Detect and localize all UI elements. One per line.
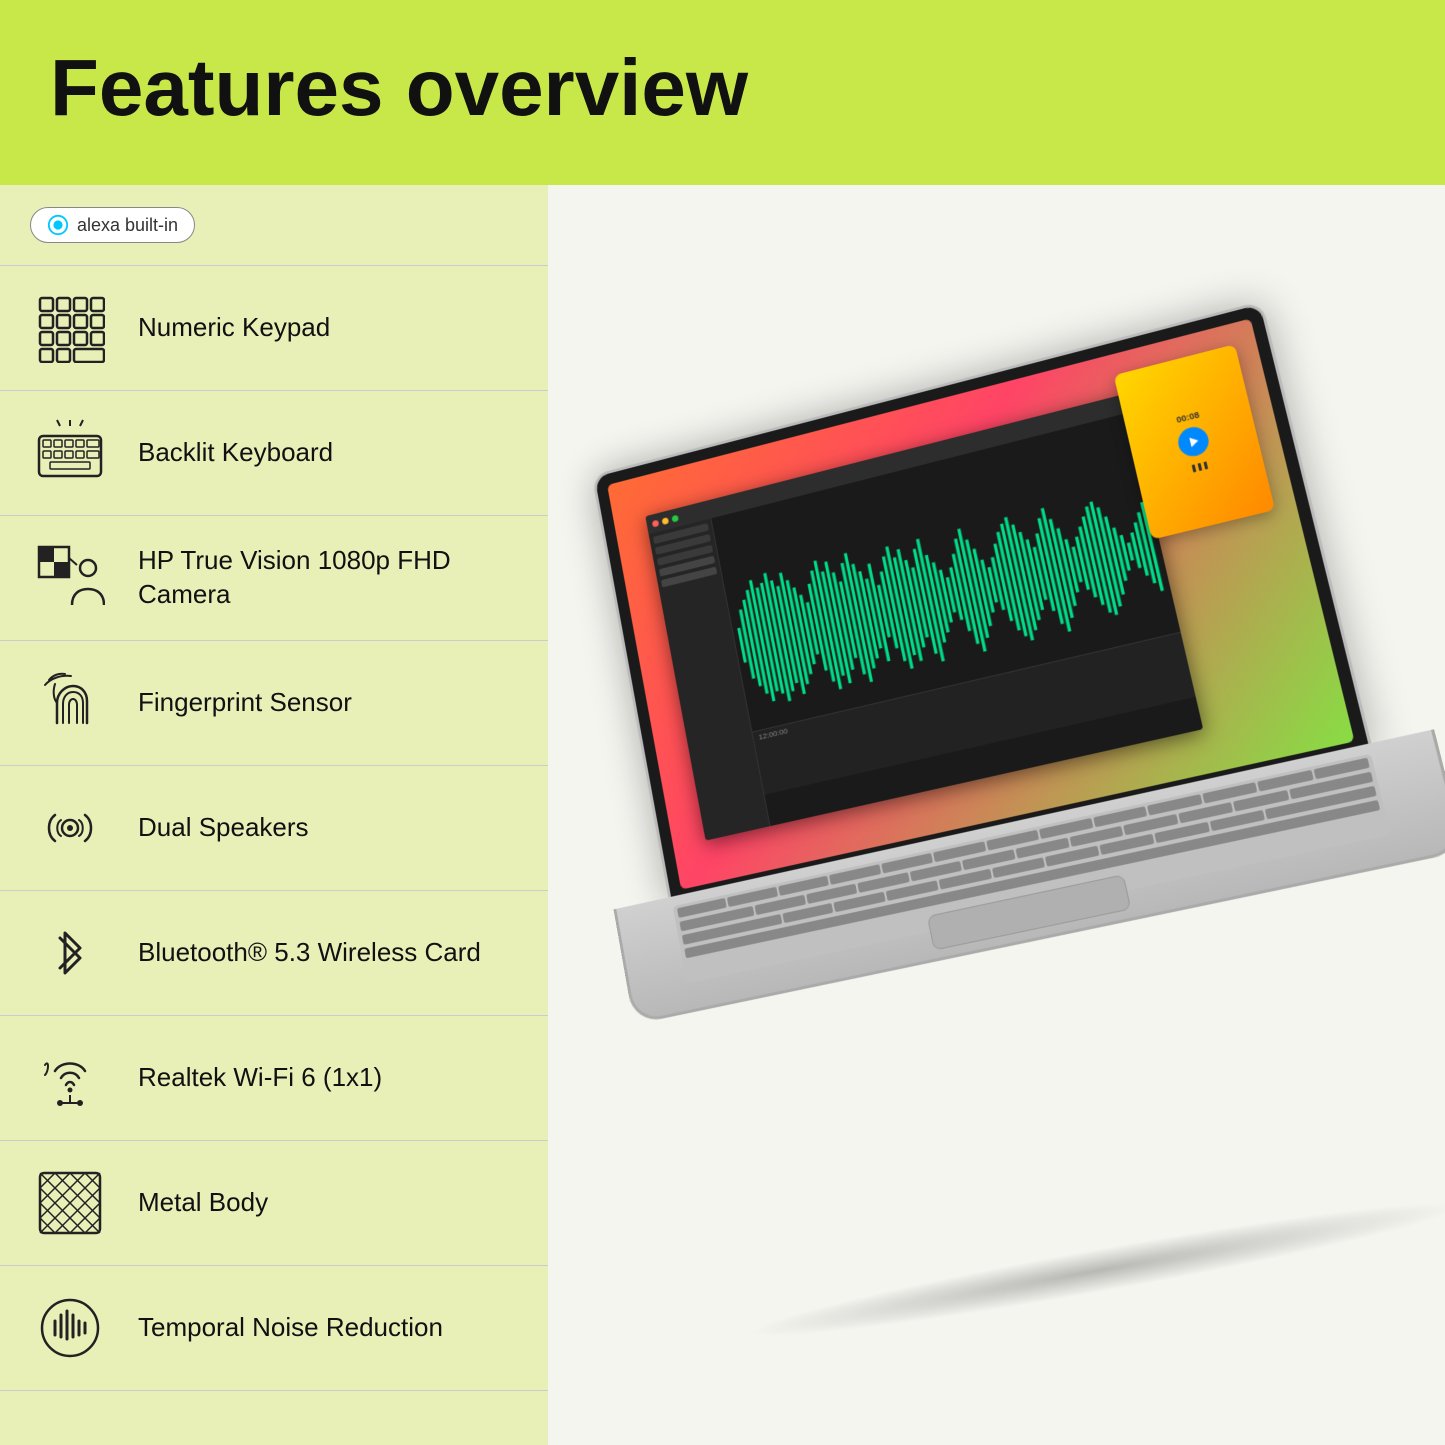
backlit-keyboard-icon — [30, 413, 110, 493]
alexa-icon — [47, 214, 69, 236]
numeric-keypad-icon — [30, 288, 110, 368]
page-header: Features overview — [0, 0, 1445, 185]
feature-row-camera: HP True Vision 1080p FHD Camera — [0, 516, 548, 641]
wifi-icon — [30, 1038, 110, 1118]
laptop-shadow — [743, 1184, 1445, 1354]
feature-row-wifi: Realtek Wi-Fi 6 (1x1) — [0, 1016, 548, 1141]
laptop-container: 12:00:00 00:08 — [548, 185, 1445, 1445]
alexa-badge-row: alexa built-in — [0, 185, 548, 266]
speakers-icon — [30, 788, 110, 868]
laptop-image-area: 12:00:00 00:08 — [548, 185, 1445, 1445]
feature-row-backlit-keyboard: Backlit Keyboard — [0, 391, 548, 516]
daw-body: 12:00:00 — [648, 412, 1203, 840]
alexa-badge: alexa built-in — [30, 207, 195, 243]
feature-row-speakers: Dual Speakers — [0, 766, 548, 891]
close-dot — [651, 519, 658, 527]
metal-body-label: Metal Body — [138, 1186, 268, 1220]
numeric-keypad-label: Numeric Keypad — [138, 311, 330, 345]
feature-row-fingerprint: Fingerprint Sensor — [0, 641, 548, 766]
noise-reduction-label: Temporal Noise Reduction — [138, 1311, 443, 1345]
feature-row-numeric-keypad: Numeric Keypad — [0, 266, 548, 391]
speakers-label: Dual Speakers — [138, 811, 309, 845]
features-list: alexa built-in — [0, 185, 548, 1445]
laptop-wrapper: 12:00:00 00:08 — [548, 290, 1445, 1343]
noise-reduction-icon — [30, 1288, 110, 1368]
max-dot — [670, 514, 677, 522]
metal-body-icon — [30, 1163, 110, 1243]
page-title: Features overview — [50, 48, 748, 128]
feature-row-noise-reduction: Temporal Noise Reduction — [0, 1266, 548, 1391]
daw-main-area: 12:00:00 — [710, 412, 1202, 826]
camera-icon — [30, 538, 110, 618]
wifi-label: Realtek Wi-Fi 6 (1x1) — [138, 1061, 382, 1095]
fingerprint-label: Fingerprint Sensor — [138, 686, 352, 720]
fingerprint-icon — [30, 663, 110, 743]
play-button — [1175, 424, 1211, 459]
feature-row-metal-body: Metal Body — [0, 1141, 548, 1266]
min-dot — [661, 517, 668, 525]
camera-label: HP True Vision 1080p FHD Camera — [138, 544, 518, 612]
bluetooth-label: Bluetooth® 5.3 Wireless Card — [138, 936, 481, 970]
feature-row-bluetooth: Bluetooth® 5.3 Wireless Card — [0, 891, 548, 1016]
alexa-label: alexa built-in — [77, 215, 178, 236]
daw-ui: 12:00:00 — [644, 394, 1202, 841]
main-content: alexa built-in — [0, 185, 1445, 1445]
backlit-keyboard-label: Backlit Keyboard — [138, 436, 333, 470]
bluetooth-icon — [30, 913, 110, 993]
